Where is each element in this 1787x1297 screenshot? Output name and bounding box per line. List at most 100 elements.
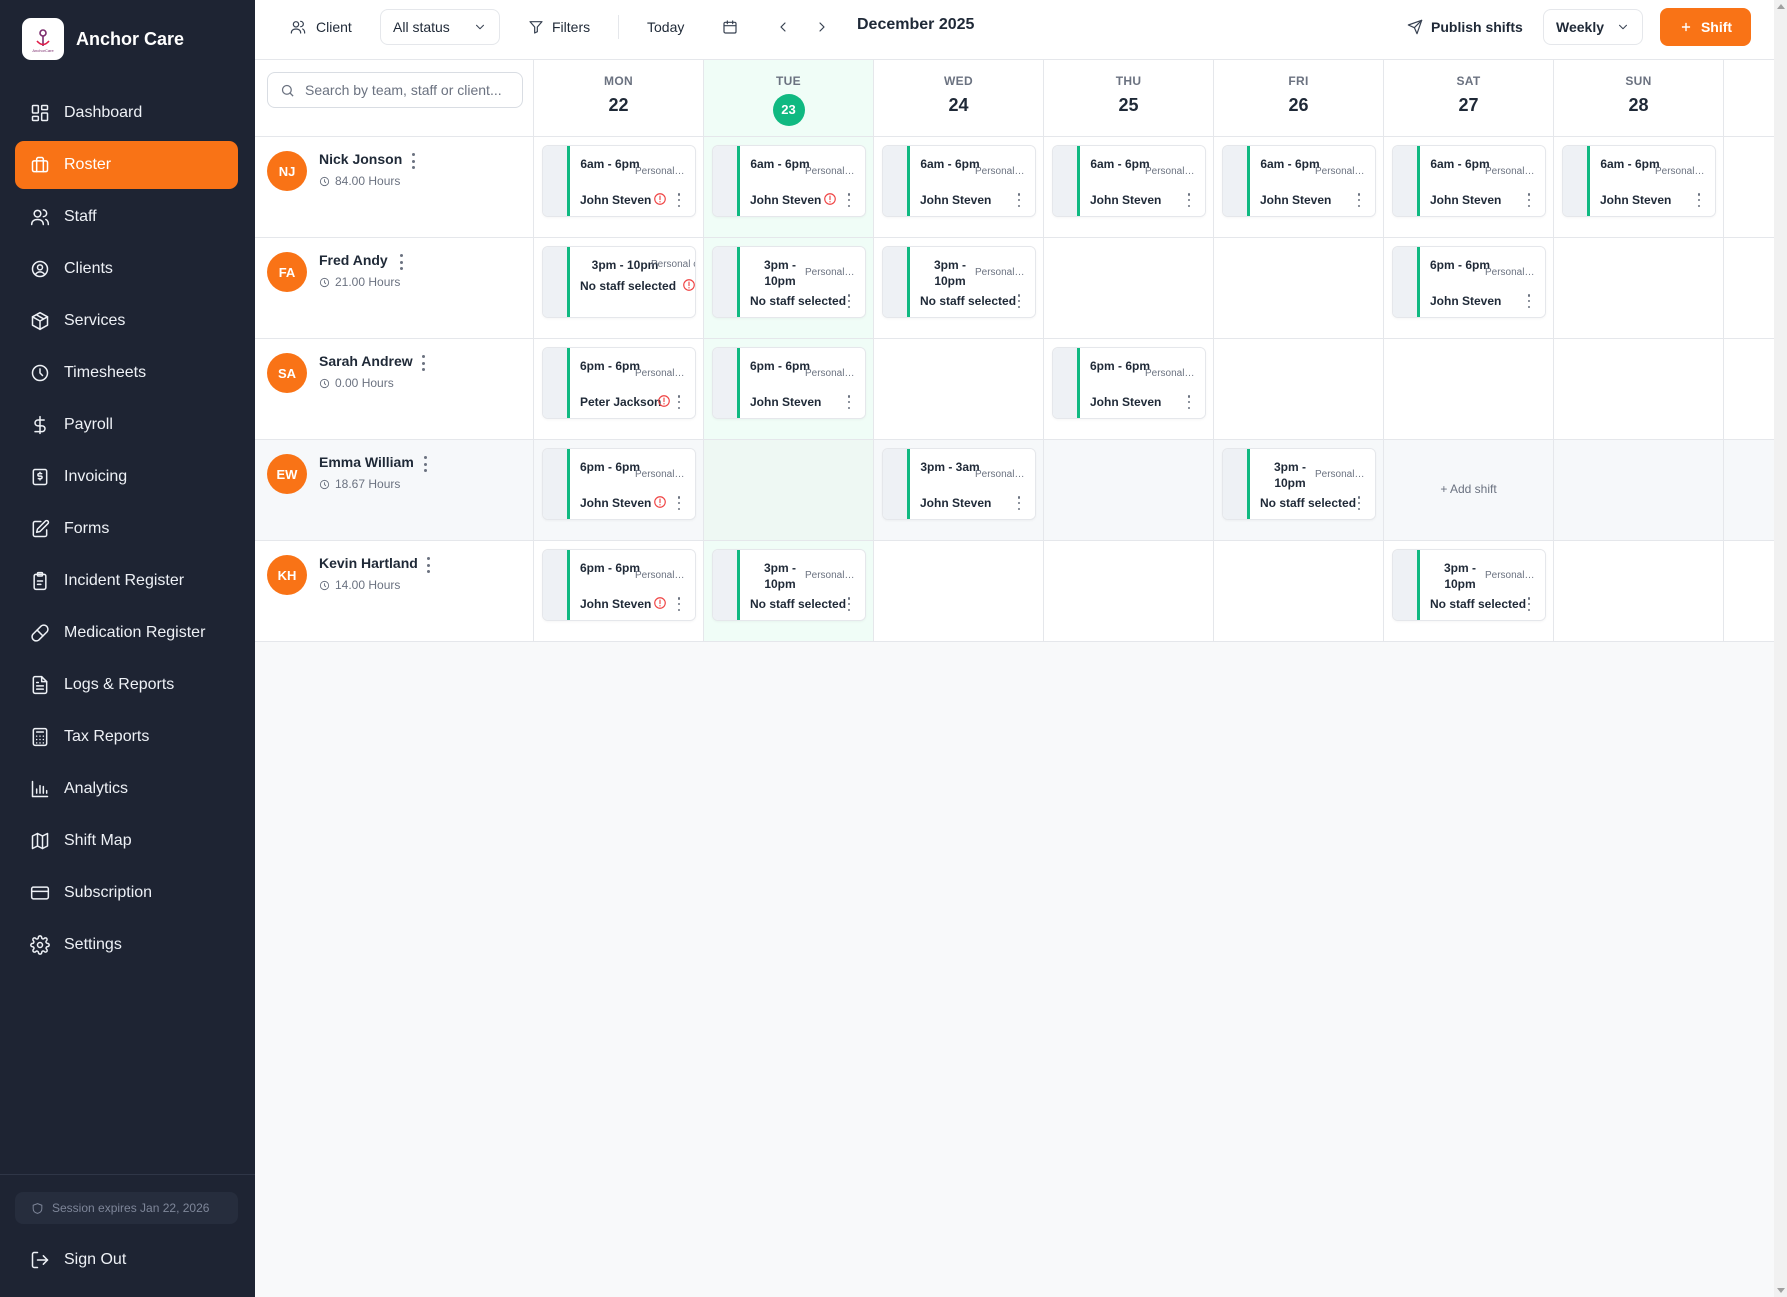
- shift-card[interactable]: 6pm - 6pmPersonal c... Peter Jackson: [542, 347, 696, 419]
- roster-cell[interactable]: 6pm - 6pm Personal ... John Steven: [1044, 339, 1214, 439]
- roster-cell[interactable]: [1044, 238, 1214, 338]
- roster-cell[interactable]: 6pm - 6pmPersonal c... Peter Jackson: [534, 339, 704, 439]
- staff-more-menu-icon[interactable]: [419, 456, 431, 472]
- staff-more-menu-icon[interactable]: [422, 557, 434, 573]
- prev-week-button[interactable]: [775, 9, 791, 45]
- roster-cell[interactable]: 3pm - 10pm Personal ... No staff selected: [1384, 541, 1554, 641]
- roster-cell[interactable]: [1044, 541, 1214, 641]
- shift-more-menu-icon[interactable]: [845, 193, 853, 207]
- sidebar-item-staff[interactable]: Staff: [15, 193, 238, 241]
- roster-cell[interactable]: [1554, 440, 1724, 540]
- roster-cell[interactable]: 3pm - 10pm Personal ... No staff selected: [1214, 440, 1384, 540]
- sidebar-item-medication-register[interactable]: Medication Register: [15, 609, 238, 657]
- alert-circle-icon[interactable]: [653, 192, 667, 206]
- sidebar-item-logs-reports[interactable]: Logs & Reports: [15, 661, 238, 709]
- scrollbar[interactable]: [1774, 0, 1787, 1297]
- shift-more-menu-icon[interactable]: [675, 193, 683, 207]
- roster-cell[interactable]: [704, 440, 874, 540]
- shift-card[interactable]: 3pm - 10pm Personal ... No staff selected: [1222, 448, 1376, 520]
- status-select[interactable]: All status: [380, 9, 500, 45]
- alert-circle-icon[interactable]: [823, 192, 837, 206]
- shift-card[interactable]: 3pm - 3am Personal ... John Steven: [882, 448, 1036, 520]
- sidebar-item-shift-map[interactable]: Shift Map: [15, 817, 238, 865]
- roster-cell[interactable]: 6am - 6pm Personal ... John Steven: [874, 137, 1044, 237]
- roster-cell[interactable]: 6am - 6pm Personal ... John Steven: [1214, 137, 1384, 237]
- roster-cell[interactable]: 6pm - 6pm Personal ... John Steven: [534, 440, 704, 540]
- staff-more-menu-icon[interactable]: [395, 254, 407, 270]
- shift-card[interactable]: 6pm - 6pm Personal ... John Steven: [1392, 246, 1546, 318]
- shift-more-menu-icon[interactable]: [845, 597, 853, 611]
- shift-more-menu-icon[interactable]: [1185, 193, 1193, 207]
- roster-cell[interactable]: [1044, 440, 1214, 540]
- shift-card[interactable]: 3pm - 10pm Personal ... No staff selected: [882, 246, 1036, 318]
- sidebar-item-analytics[interactable]: Analytics: [15, 765, 238, 813]
- sidebar-item-forms[interactable]: Forms: [15, 505, 238, 553]
- scroll-up-arrow-icon[interactable]: [1777, 4, 1785, 9]
- filters-button[interactable]: Filters: [528, 9, 590, 45]
- shift-more-menu-icon[interactable]: [1355, 496, 1363, 510]
- view-select[interactable]: Weekly: [1543, 9, 1643, 45]
- shift-card[interactable]: 6am - 6pm Personal ... John Steven: [712, 145, 866, 217]
- alert-circle-icon[interactable]: [682, 278, 695, 292]
- shift-card[interactable]: 6am - 6pm Personal ... John Steven: [1222, 145, 1376, 217]
- date-picker-button[interactable]: [722, 9, 738, 45]
- shift-card[interactable]: 6pm - 6pm Personal ... John Steven: [542, 549, 696, 621]
- search-input[interactable]: Search by team, staff or client...: [267, 72, 523, 108]
- shift-more-menu-icon[interactable]: [845, 294, 853, 308]
- alert-circle-icon[interactable]: [653, 596, 667, 610]
- roster-cell[interactable]: [874, 339, 1044, 439]
- shift-card[interactable]: 6pm - 6pm Personal ... John Steven: [1052, 347, 1206, 419]
- sign-out-button[interactable]: Sign Out: [15, 1236, 238, 1284]
- shift-more-menu-icon[interactable]: [1015, 496, 1023, 510]
- shift-card[interactable]: 6am - 6pm Personal ... John Steven: [1052, 145, 1206, 217]
- shift-more-menu-icon[interactable]: [1525, 294, 1533, 308]
- shift-more-menu-icon[interactable]: [1525, 597, 1533, 611]
- shift-card[interactable]: 3pm - 10pm Personal c No staff selected: [542, 246, 696, 318]
- shift-card[interactable]: 3pm - 10pm Personal ... No staff selected: [1392, 549, 1546, 621]
- roster-cell[interactable]: [874, 541, 1044, 641]
- shift-card[interactable]: 6am - 6pm Personal ... John Steven: [1392, 145, 1546, 217]
- roster-cell[interactable]: [1554, 339, 1724, 439]
- shift-more-menu-icon[interactable]: [1015, 294, 1023, 308]
- shift-card[interactable]: 6am - 6pm Personal ... John Steven: [542, 145, 696, 217]
- shift-more-menu-icon[interactable]: [675, 597, 683, 611]
- shift-card[interactable]: 6am - 6pm Personal ... John Steven: [1562, 145, 1716, 217]
- roster-cell[interactable]: 3pm - 10pm Personal ... No staff selected: [874, 238, 1044, 338]
- roster-cell[interactable]: 3pm - 10pm Personal c No staff selected: [534, 238, 704, 338]
- roster-cell[interactable]: [1214, 339, 1384, 439]
- roster-cell[interactable]: [1554, 238, 1724, 338]
- staff-name[interactable]: Kevin Hartland: [319, 555, 418, 571]
- publish-shifts-button[interactable]: Publish shifts: [1407, 9, 1523, 45]
- next-week-button[interactable]: [814, 9, 830, 45]
- staff-name[interactable]: Fred Andy: [319, 252, 388, 268]
- staff-name[interactable]: Emma William: [319, 454, 414, 470]
- shift-card[interactable]: 6pm - 6pm Personal ... John Steven: [542, 448, 696, 520]
- shift-more-menu-icon[interactable]: [1015, 193, 1023, 207]
- shift-more-menu-icon[interactable]: [1185, 395, 1193, 409]
- staff-name[interactable]: Sarah Andrew: [319, 353, 413, 369]
- shift-more-menu-icon[interactable]: [1355, 193, 1363, 207]
- shift-more-menu-icon[interactable]: [1525, 193, 1533, 207]
- sidebar-item-subscription[interactable]: Subscription: [15, 869, 238, 917]
- shift-card[interactable]: 6pm - 6pm Personal ... John Steven: [712, 347, 866, 419]
- sidebar-item-clients[interactable]: Clients: [15, 245, 238, 293]
- sidebar-item-invoicing[interactable]: Invoicing: [15, 453, 238, 501]
- roster-cell[interactable]: 6am - 6pm Personal ... John Steven: [1044, 137, 1214, 237]
- today-button[interactable]: Today: [647, 9, 684, 45]
- shift-more-menu-icon[interactable]: [1695, 193, 1703, 207]
- alert-circle-icon[interactable]: [657, 394, 671, 408]
- alert-circle-icon[interactable]: [653, 495, 667, 509]
- roster-cell[interactable]: 3pm - 3am Personal ... John Steven: [874, 440, 1044, 540]
- roster-cell[interactable]: 3pm - 10pm Personal ... No staff selected: [704, 238, 874, 338]
- add-shift-button[interactable]: Shift: [1660, 8, 1751, 46]
- roster-cell[interactable]: 6pm - 6pm Personal ... John Steven: [704, 339, 874, 439]
- shift-card[interactable]: 3pm - 10pm Personal ... No staff selected: [712, 549, 866, 621]
- roster-cell[interactable]: [1384, 339, 1554, 439]
- shift-more-menu-icon[interactable]: [675, 496, 683, 510]
- shift-more-menu-icon[interactable]: [675, 395, 683, 409]
- client-toggle[interactable]: Client: [290, 9, 352, 45]
- roster-cell[interactable]: [1554, 541, 1724, 641]
- sidebar-item-incident-register[interactable]: Incident Register: [15, 557, 238, 605]
- sidebar-item-tax-reports[interactable]: Tax Reports: [15, 713, 238, 761]
- add-shift-button[interactable]: + Add shift: [1384, 482, 1553, 496]
